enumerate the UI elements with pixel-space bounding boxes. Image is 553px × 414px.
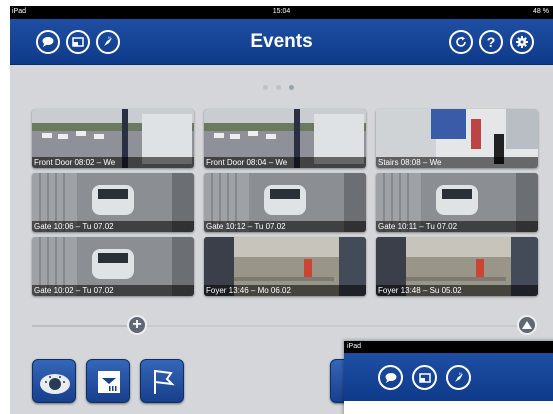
clock: 15:04 [272, 8, 291, 15]
event-thumbnail[interactable]: Foyer 13:48 – Su 05.02 [376, 237, 538, 296]
app-window: iPad 15:04 48 % N Events ? Front Door 08… [10, 6, 553, 414]
status-bar: iPad 15:04 48 % [10, 6, 553, 19]
slider-fill [32, 325, 132, 327]
page-dot[interactable] [276, 85, 281, 90]
window-icon[interactable] [412, 365, 437, 390]
chat-icon[interactable] [378, 365, 403, 390]
event-list-icon [98, 371, 120, 393]
page-indicator[interactable] [263, 85, 294, 90]
event-caption: Foyer 13:48 – Su 05.02 [376, 285, 538, 296]
event-caption: Foyer 13:46 – Mo 06.02 [204, 285, 366, 296]
nav-bar: N Events ? [10, 19, 553, 65]
event-caption: Gate 10:12 – Tu 07.02 [204, 221, 366, 232]
slider-end-knob[interactable] [517, 315, 537, 335]
event-caption: Front Door 08:02 – We [32, 157, 194, 168]
event-thumbnail[interactable]: Stairs 08:08 – We [376, 109, 538, 168]
slider-knob[interactable]: + [127, 315, 147, 335]
refresh-icon[interactable] [449, 30, 473, 54]
event-caption: Gate 10:06 – Tu 07.02 [32, 221, 194, 232]
svg-text:N: N [459, 371, 462, 376]
compass-icon[interactable]: N [446, 365, 471, 390]
page-dot[interactable] [263, 85, 268, 90]
event-thumbnail[interactable]: Gate 10:02 – Tu 07.02 [32, 237, 194, 296]
flag-button[interactable] [140, 359, 184, 403]
event-thumbnail[interactable]: Front Door 08:04 – We [204, 109, 366, 168]
popup-nav-bar: N [344, 353, 553, 401]
popup-overlay: iPad N [344, 341, 553, 414]
camera-dome-icon [40, 374, 70, 394]
help-icon[interactable]: ? [479, 30, 503, 54]
event-thumbnail[interactable]: Foyer 13:46 – Mo 06.02 [204, 237, 366, 296]
page-dot-active[interactable] [289, 85, 294, 90]
timeline-slider[interactable]: + [32, 315, 537, 335]
event-thumbnail[interactable]: Front Door 08:02 – We [32, 109, 194, 168]
settings-icon[interactable] [510, 30, 534, 54]
event-caption: Stairs 08:08 – We [376, 157, 538, 168]
event-caption: Gate 10:11 – Tu 07.02 [376, 221, 538, 232]
battery-level: 48 % [533, 8, 549, 15]
flag-icon [154, 369, 175, 394]
event-caption: Gate 10:02 – Tu 07.02 [32, 285, 194, 296]
event-caption: Front Door 08:04 – We [204, 157, 366, 168]
event-thumbnail[interactable]: Gate 10:12 – Tu 07.02 [204, 173, 366, 232]
camera-dome-button[interactable] [32, 359, 76, 403]
event-list-button[interactable] [86, 359, 130, 403]
popup-status: iPad [344, 341, 553, 353]
event-thumbnail[interactable]: Gate 10:11 – Tu 07.02 [376, 173, 538, 232]
event-thumbnail[interactable]: Gate 10:06 – Tu 07.02 [32, 173, 194, 232]
